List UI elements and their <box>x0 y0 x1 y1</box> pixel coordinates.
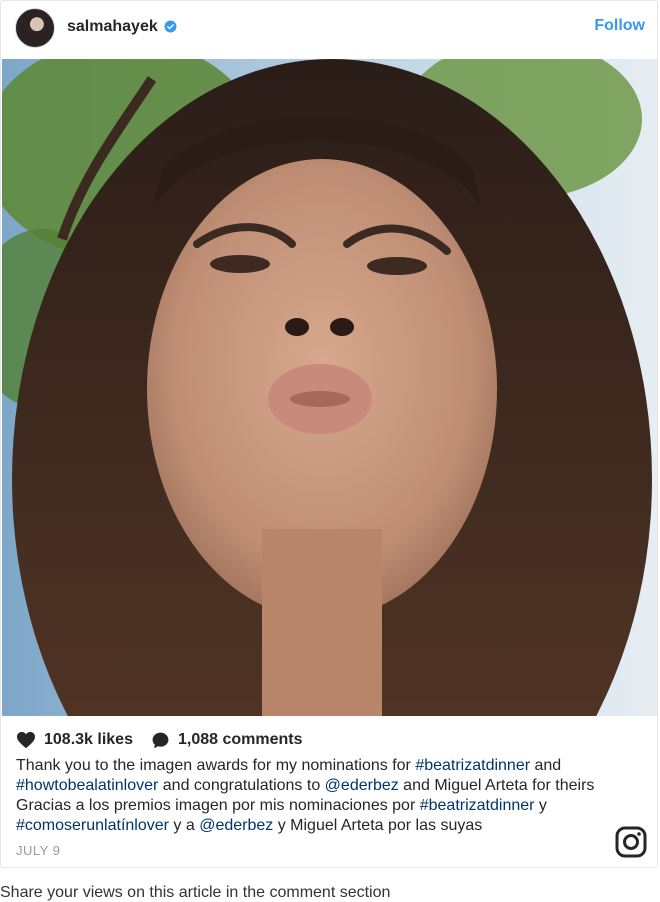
avatar[interactable] <box>15 8 55 48</box>
instagram-embed-card: salmahayek Follow 108.3k likes 1,088 com… <box>0 0 658 868</box>
caption-text: y <box>534 797 547 814</box>
post-date[interactable]: JULY 9 <box>16 843 60 858</box>
caption-text: Thank you to the imagen awards for my no… <box>16 757 416 774</box>
username[interactable]: salmahayek <box>67 18 158 36</box>
mention-link[interactable]: @ederbez <box>325 777 399 794</box>
post-photo[interactable] <box>2 59 658 716</box>
caption-text: and <box>530 757 562 774</box>
comments-count: 1,088 comments <box>177 731 303 748</box>
caption-text: y a <box>168 817 200 834</box>
likes-stat[interactable]: 108.3k likes <box>16 731 133 749</box>
post-header: salmahayek Follow <box>1 1 657 57</box>
comments-stat[interactable]: 1,088 comments <box>151 731 303 750</box>
hashtag-link[interactable]: #beatrizatdinner <box>420 797 535 814</box>
mention-link[interactable]: @ederbez <box>199 817 273 834</box>
instagram-logo-icon[interactable] <box>615 826 647 858</box>
article-prompt-text: Share your views on this article in the … <box>0 884 391 901</box>
follow-button[interactable]: Follow <box>594 17 645 35</box>
hashtag-link[interactable]: #howtobealatinlover <box>16 777 158 794</box>
caption-text: and congratulations to <box>158 777 325 794</box>
post-stats: 108.3k likes 1,088 comments <box>16 729 320 751</box>
post-caption: Thank you to the imagen awards for my no… <box>16 756 616 836</box>
hashtag-link[interactable]: #comoserunlatínlover <box>16 817 169 834</box>
verified-badge-icon <box>164 20 177 33</box>
comment-bubble-icon <box>152 732 169 748</box>
caption-text: y Miguel Arteta por las suyas <box>273 817 483 834</box>
hashtag-link[interactable]: #beatrizatdinner <box>415 757 530 774</box>
likes-count: 108.3k likes <box>44 731 133 748</box>
heart-icon <box>17 731 35 749</box>
